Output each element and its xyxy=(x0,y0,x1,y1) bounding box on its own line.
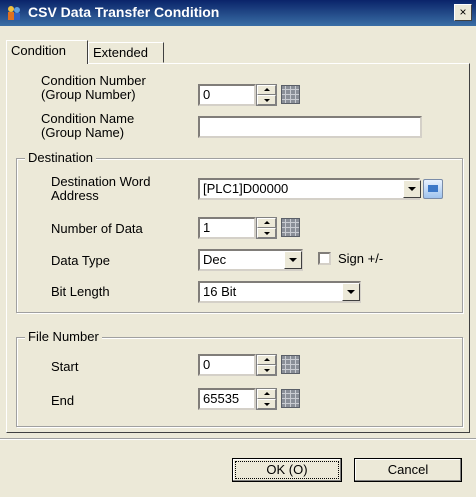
word-address-label: Destination Word Address xyxy=(51,174,151,203)
tab-condition[interactable]: Condition xyxy=(6,40,88,64)
people-icon xyxy=(8,6,20,20)
condition-number-spinner[interactable] xyxy=(256,84,277,106)
ok-button[interactable]: OK (O) xyxy=(232,458,342,482)
data-type-dropdown[interactable] xyxy=(284,251,302,269)
end-input[interactable]: 65535 xyxy=(198,388,256,410)
destination-group: Destination Destination Word Address [PL… xyxy=(16,151,463,313)
start-label: Start xyxy=(51,359,79,374)
sign-checkbox[interactable] xyxy=(318,252,331,265)
sign-label: Sign +/- xyxy=(338,251,384,266)
keypad-icon[interactable] xyxy=(281,355,300,374)
bit-length-label: Bit Length xyxy=(51,284,110,299)
word-address-dropdown[interactable] xyxy=(403,180,421,198)
end-label: End xyxy=(51,393,75,408)
keypad-icon[interactable] xyxy=(281,218,300,237)
condition-panel: Condition Number (Group Number) 0 Condit… xyxy=(6,63,470,433)
keypad-icon[interactable] xyxy=(281,85,300,104)
condition-name-label: Condition Name (Group Name) xyxy=(41,111,135,140)
close-button[interactable]: × xyxy=(454,4,472,21)
address-input-icon[interactable] xyxy=(423,179,443,199)
file-number-group: File Number Start 0 End 65535 xyxy=(16,330,463,427)
start-input[interactable]: 0 xyxy=(198,354,256,376)
button-separator xyxy=(0,438,476,440)
condition-number-label: Condition Number (Group Number) xyxy=(41,73,146,102)
keypad-icon[interactable] xyxy=(281,389,300,408)
data-type-label: Data Type xyxy=(51,253,111,268)
cancel-button[interactable]: Cancel xyxy=(354,458,462,482)
condition-number-input[interactable]: 0 xyxy=(198,84,256,106)
tab-extended[interactable]: Extended xyxy=(88,42,164,63)
bit-length-dropdown[interactable] xyxy=(342,283,360,301)
word-address-field[interactable]: [PLC1]D00000 xyxy=(198,178,420,200)
start-spinner[interactable] xyxy=(256,354,277,376)
dialog-title: CSV Data Transfer Condition xyxy=(28,4,220,20)
title-bar[interactable]: CSV Data Transfer Condition × xyxy=(0,0,476,26)
number-of-data-spinner[interactable] xyxy=(256,217,277,239)
csv-transfer-dialog: CSV Data Transfer Condition × Condition … xyxy=(0,0,476,497)
number-of-data-label: Number of Data xyxy=(51,221,143,236)
bit-length-select[interactable]: 16 Bit xyxy=(198,281,361,303)
condition-name-input[interactable] xyxy=(198,116,422,138)
file-number-group-title: File Number xyxy=(25,330,102,344)
number-of-data-input[interactable]: 1 xyxy=(198,217,256,239)
destination-group-title: Destination xyxy=(25,151,97,165)
end-spinner[interactable] xyxy=(256,388,277,410)
